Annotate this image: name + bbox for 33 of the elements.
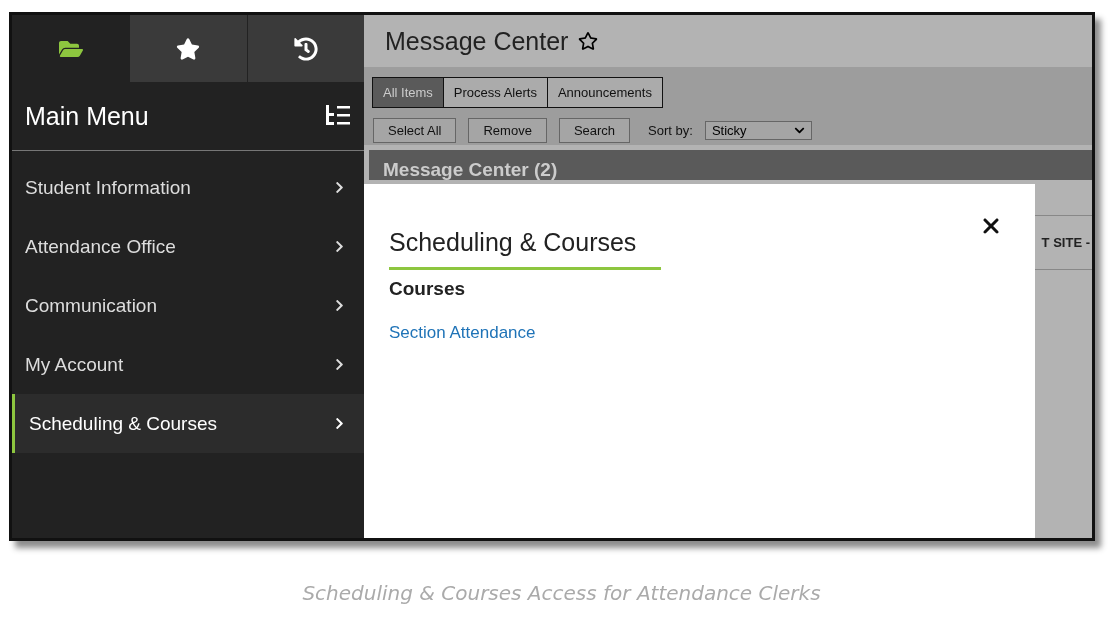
chevron-icon — [333, 358, 346, 371]
section-heading: Courses — [389, 278, 467, 300]
tree-list-icon[interactable] — [326, 105, 350, 127]
chevron-icon — [333, 240, 346, 253]
column-header: T SITE - — [1041, 235, 1091, 250]
modal-title: Scheduling & Courses — [389, 228, 661, 270]
tab[interactable]: All Items — [372, 77, 444, 108]
toolbar-button[interactable]: Search — [558, 118, 631, 143]
sidebar-tab[interactable] — [246, 15, 364, 82]
sort-select[interactable]: Sticky — [704, 121, 812, 140]
menu-item[interactable]: Scheduling & Courses — [12, 394, 364, 453]
chevron-icon — [333, 417, 346, 430]
panel-title: Message Center (2) — [383, 160, 558, 180]
toolbar-button[interactable]: Remove — [468, 118, 547, 143]
caret-icon — [793, 125, 805, 136]
menu-title: Main Menu — [25, 101, 149, 131]
chevron-icon — [333, 299, 346, 312]
tab[interactable]: Announcements — [546, 77, 663, 108]
sort-label: Sort by: — [648, 123, 693, 138]
link[interactable]: Section Attendance — [389, 323, 1010, 343]
toolbar-button[interactable]: Select All — [373, 118, 457, 143]
history-icon — [293, 36, 318, 61]
menu-item[interactable]: My Account — [12, 335, 364, 394]
menu-item[interactable]: Student Information — [12, 158, 364, 217]
menu-item[interactable]: Communication — [12, 276, 364, 335]
tab[interactable]: Process Alerts — [442, 77, 548, 108]
sidebar-tab[interactable] — [129, 15, 247, 82]
page-title: Message Center — [385, 26, 569, 56]
menu-item[interactable]: Attendance Office — [12, 217, 364, 276]
chevron-icon — [333, 181, 346, 194]
star-icon — [176, 36, 201, 61]
caption: Scheduling & Courses Access for Attendance Clerks — [301, 581, 822, 605]
star-icon[interactable] — [578, 31, 599, 51]
